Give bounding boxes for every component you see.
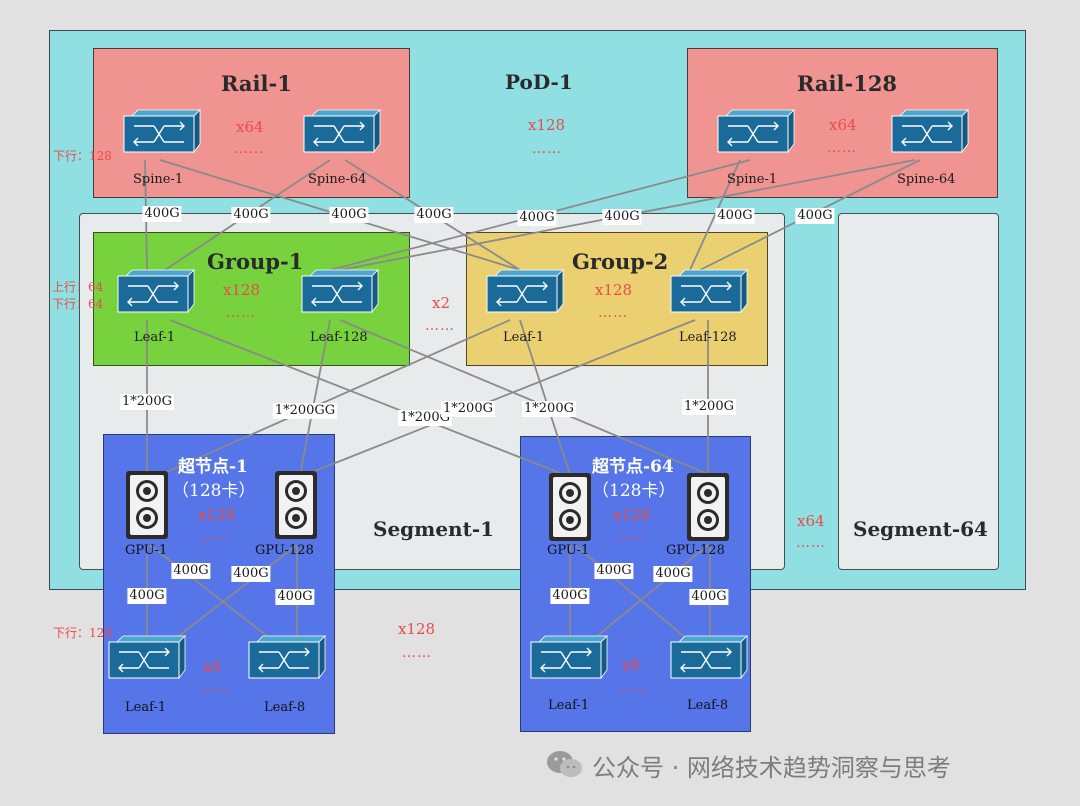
link-label: 400G — [231, 566, 271, 582]
switch-icon — [667, 634, 749, 690]
group-1-title: Group-1 — [207, 249, 304, 274]
switch-icon — [120, 108, 202, 164]
group-2-leaf-128-label: Leaf-128 — [679, 330, 737, 345]
link-label: 400G — [653, 566, 693, 582]
link-label: 1*200G — [522, 401, 576, 417]
link-label: 400G — [142, 206, 182, 222]
supernode-1-leaf-multiplier: x8 — [203, 658, 222, 676]
switch-icon — [114, 268, 196, 324]
gpu-icon — [686, 472, 730, 546]
group-1-downlink-note: 下行：64 — [52, 297, 104, 311]
rail-128-multiplier: x64 — [829, 116, 857, 134]
group-2-title: Group-2 — [572, 249, 669, 274]
rail-1-title: Rail-1 — [221, 71, 292, 96]
group-1-multiplier: x128 — [223, 281, 261, 299]
link-label: 400G — [689, 589, 729, 605]
rail-1-downlink-note: 下行：128 — [53, 149, 112, 163]
group-1-uplink-note: 上行：64 — [52, 280, 104, 294]
group-1-ellipsis: …… — [226, 305, 256, 321]
group-2-leaf-1-label: Leaf-1 — [503, 330, 545, 345]
segments-multiplier: x64 — [797, 512, 825, 530]
segments-ellipsis: …… — [796, 535, 826, 551]
link-label: 400G — [414, 207, 454, 223]
supernode-1-leaf-1-label: Leaf-1 — [125, 700, 167, 715]
supernode-64-leaf-multiplier: x8 — [622, 656, 641, 674]
link-label: 400G — [795, 208, 835, 224]
switch-icon — [483, 268, 565, 324]
supernode-64-ellipsis: …… — [617, 528, 647, 544]
group-1-leaf-1-label: Leaf-1 — [134, 330, 176, 345]
link-label: 400G — [231, 207, 271, 223]
watermark-text: 公众号 · 网络技术趋势洞察与思考 — [592, 754, 951, 782]
rail-1-spine-1-label: Spine-1 — [133, 172, 184, 187]
link-label: 400G — [329, 207, 369, 223]
pod-multiplier: x128 — [528, 116, 566, 134]
supernodes-ellipsis: …… — [402, 645, 432, 661]
supernode-1-leaf-8-label: Leaf-8 — [264, 700, 306, 715]
gpu-icon — [125, 470, 169, 544]
supernode-1-downlink-note: 下行：128 — [53, 626, 112, 640]
rail-128-spine-64-label: Spine-64 — [897, 172, 956, 187]
supernode-64-title: 超节点-64 — [592, 457, 674, 477]
segment-1-title: Segment-1 — [373, 517, 495, 541]
supernode-64-gpu-1-label: GPU-1 — [547, 543, 590, 558]
supernode-1-gpu-128-label: GPU-128 — [255, 543, 314, 558]
switch-icon — [300, 108, 382, 164]
groups-ellipsis: …… — [425, 318, 455, 334]
pod-ellipsis: …… — [532, 141, 562, 157]
link-label: 400G — [171, 563, 211, 579]
switch-icon — [527, 634, 609, 690]
supernode-64-subtitle: （128卡） — [592, 481, 676, 501]
rail-128-title: Rail-128 — [797, 71, 898, 96]
link-label: 1*200G — [120, 394, 174, 410]
pod-title: PoD-1 — [505, 70, 573, 94]
switch-icon — [245, 634, 327, 690]
switch-icon — [298, 268, 380, 324]
gpu-icon — [548, 472, 592, 546]
link-label: 400G — [602, 209, 642, 225]
gpu-icon — [274, 470, 318, 544]
segment-64-title: Segment-64 — [853, 517, 988, 541]
rail-1-spine-64-label: Spine-64 — [308, 172, 367, 187]
groups-multiplier: x2 — [432, 294, 451, 312]
group-1-leaf-128-label: Leaf-128 — [310, 330, 368, 345]
link-label: 400G — [594, 563, 634, 579]
switch-icon — [888, 108, 970, 164]
supernode-1-ellipsis: …… — [200, 528, 230, 544]
switch-icon — [714, 108, 796, 164]
link-label: 1*200G — [441, 401, 495, 417]
supernode-64-leaf-ellipsis: …… — [620, 680, 650, 696]
supernode-1-gpu-1-label: GPU-1 — [125, 543, 168, 558]
link-label: 1*200G — [682, 399, 736, 415]
supernodes-multiplier: x128 — [398, 620, 436, 638]
supernode-64-leaf-8-label: Leaf-8 — [687, 698, 729, 713]
link-label: 400G — [517, 210, 557, 226]
supernode-64-leaf-1-label: Leaf-1 — [548, 698, 590, 713]
link-label: 400G — [275, 589, 315, 605]
wechat-icon — [545, 748, 585, 784]
supernode-1-multiplier: x128 — [198, 506, 236, 524]
group-2-multiplier: x128 — [595, 281, 633, 299]
rail-128-ellipsis: …… — [827, 140, 857, 156]
supernode-1-title: 超节点-1 — [178, 457, 248, 477]
switch-icon — [667, 268, 749, 324]
rail-128-spine-1-label: Spine-1 — [727, 172, 778, 187]
link-label: 1*200GG — [272, 403, 338, 419]
rail-1-ellipsis: …… — [234, 141, 264, 157]
link-label: 400G — [715, 208, 755, 224]
supernode-1-leaf-ellipsis: …… — [198, 680, 228, 696]
supernode-64-gpu-128-label: GPU-128 — [666, 543, 725, 558]
group-2-ellipsis: …… — [598, 305, 628, 321]
rail-1-multiplier: x64 — [236, 118, 264, 136]
link-label: 400G — [127, 588, 167, 604]
supernode-64-multiplier: x128 — [613, 506, 651, 524]
link-label: 400G — [550, 588, 590, 604]
supernode-1-subtitle: （128卡） — [172, 481, 256, 501]
switch-icon — [105, 634, 187, 690]
